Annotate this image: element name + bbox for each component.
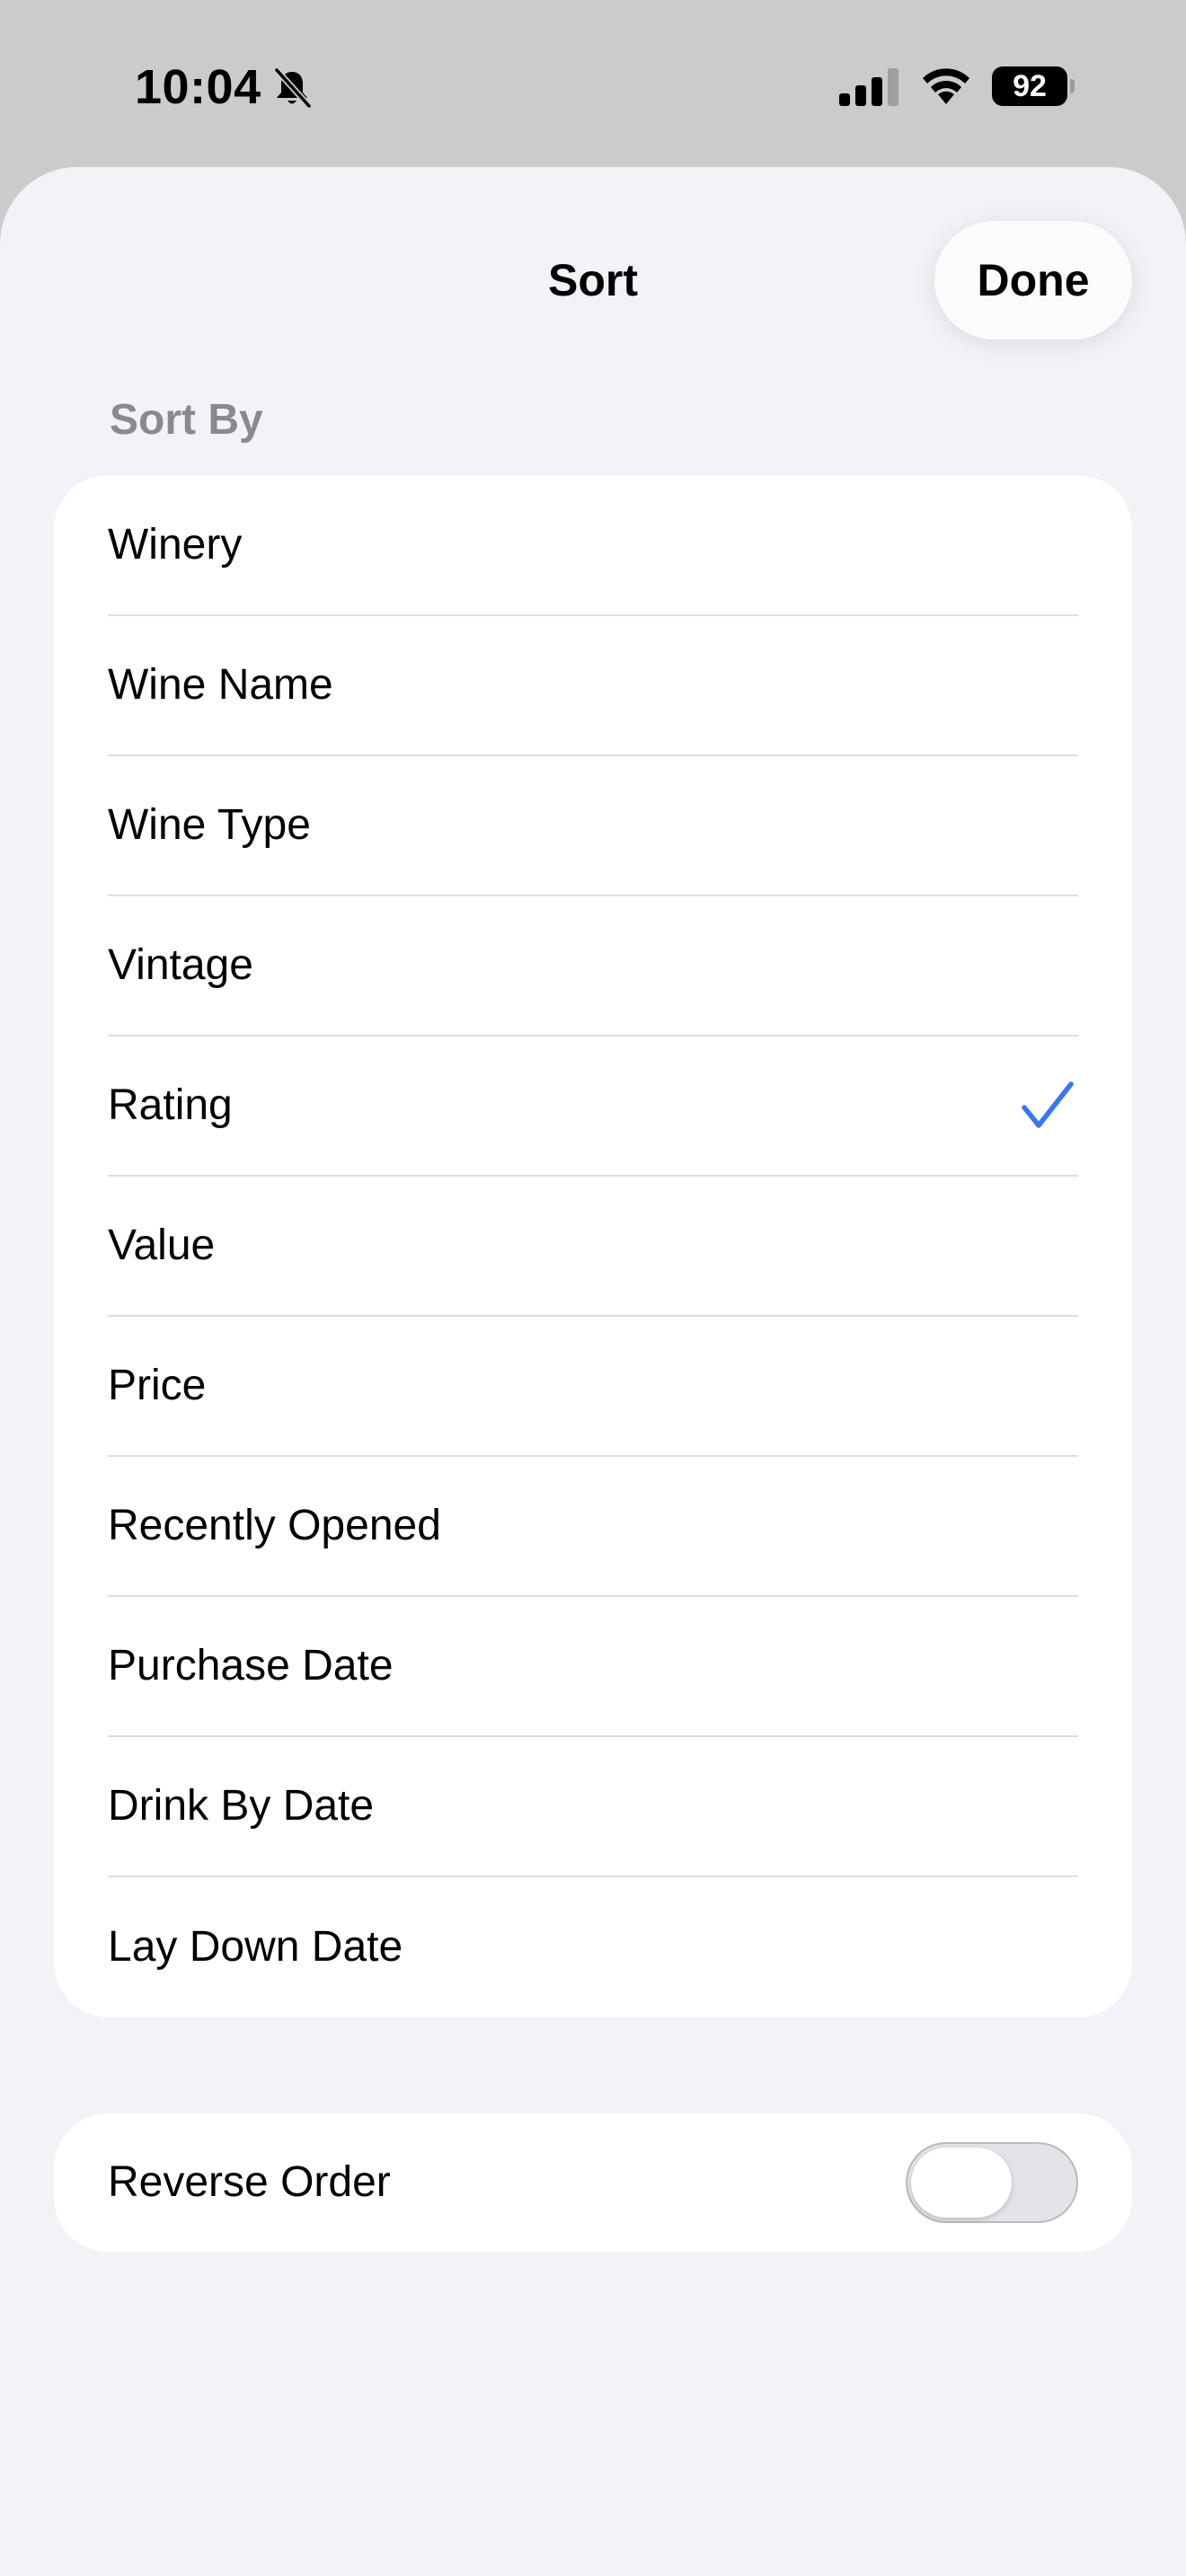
sort-option-label: Wine Name — [108, 661, 333, 709]
checkmark-icon — [1022, 1081, 1074, 1128]
sort-option-purchase-date[interactable]: Purchase Date — [108, 1597, 1078, 1737]
sort-option-rating[interactable]: Rating — [108, 1037, 1078, 1177]
sort-sheet: Sort Done Sort By Winery Wine Name Wine … — [0, 167, 1186, 2576]
sort-option-label: Wine Type — [108, 801, 311, 849]
sort-option-lay-down-date[interactable]: Lay Down Date — [108, 1877, 1078, 2017]
reverse-order-group: Reverse Order — [54, 2113, 1132, 2252]
sort-option-winery[interactable]: Winery — [108, 475, 1078, 616]
bell-slash-icon — [273, 66, 313, 110]
sort-option-vintage[interactable]: Vintage — [108, 896, 1078, 1037]
wifi-icon — [923, 68, 969, 104]
sort-option-label: Recently Opened — [108, 1502, 441, 1549]
sort-option-label: Winery — [108, 520, 243, 569]
sort-options-list: Winery Wine Name Wine Type Vintage Ratin… — [54, 475, 1132, 2017]
sort-option-price[interactable]: Price — [108, 1317, 1078, 1457]
sort-option-label: Drink By Date — [108, 1782, 375, 1830]
reverse-order-label: Reverse Order — [108, 2158, 391, 2206]
sort-option-label: Price — [108, 1362, 207, 1409]
sort-option-value[interactable]: Value — [108, 1177, 1078, 1317]
sort-option-label: Value — [108, 1222, 216, 1269]
reverse-order-toggle[interactable] — [906, 2142, 1078, 2223]
sort-option-wine-type[interactable]: Wine Type — [108, 756, 1078, 896]
cellular-signal-icon — [839, 68, 898, 106]
sort-option-label: Rating — [108, 1081, 233, 1129]
battery-icon: 92 — [992, 66, 1075, 106]
sort-option-recently-opened[interactable]: Recently Opened — [108, 1457, 1078, 1597]
toggle-knob — [911, 2148, 1012, 2218]
sort-option-label: Purchase Date — [108, 1642, 394, 1689]
sort-by-header: Sort By — [110, 396, 263, 444]
status-time: 10:04 — [135, 60, 261, 114]
battery-level: 92 — [992, 66, 1067, 106]
reverse-order-row: Reverse Order — [108, 2113, 1078, 2252]
sort-option-label: Lay Down Date — [108, 1923, 403, 1971]
screen: 10:04 92 Sort Done Sort By Winery Wine N… — [0, 0, 1186, 2576]
sort-option-label: Vintage — [108, 941, 253, 989]
battery-cap — [1070, 79, 1075, 93]
done-button[interactable]: Done — [934, 221, 1132, 340]
sort-option-wine-name[interactable]: Wine Name — [108, 616, 1078, 756]
sort-option-drink-by-date[interactable]: Drink By Date — [108, 1737, 1078, 1877]
status-bar: 10:04 92 — [0, 0, 1186, 167]
